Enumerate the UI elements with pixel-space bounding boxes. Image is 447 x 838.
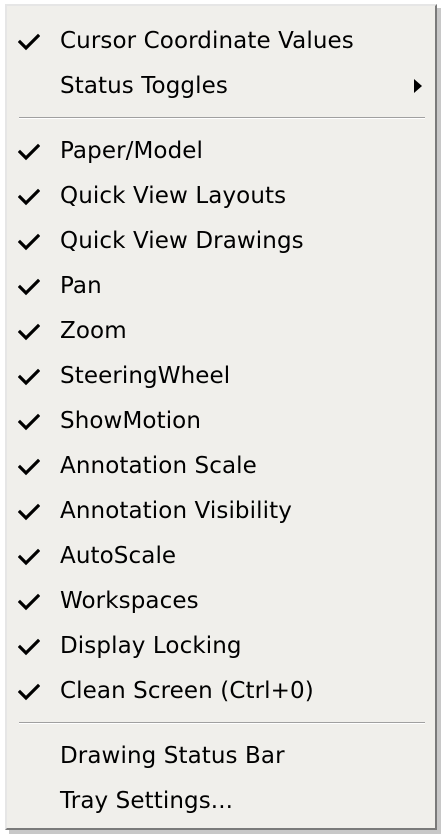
checkmark-icon (18, 323, 40, 341)
menu-item-label: Paper/Model (60, 137, 204, 164)
checkmark-icon (18, 188, 40, 206)
menu-item-quick-view-layouts[interactable]: Quick View Layouts (7, 173, 435, 218)
menu-item-label: Drawing Status Bar (60, 742, 285, 769)
menu-item-label: Status Toggles (60, 72, 228, 99)
menu-item-label: Tray Settings... (60, 787, 234, 814)
checkmark-icon (18, 683, 40, 701)
menu-item-label: Workspaces (60, 587, 199, 614)
menu-item-label: AutoScale (60, 542, 177, 569)
menu-item-display-locking[interactable]: Display Locking (7, 623, 435, 668)
menu-item-drawing-status-bar[interactable]: Drawing Status Bar (7, 733, 435, 778)
checkmark-icon (18, 368, 40, 386)
menu-separator (7, 713, 435, 733)
menu-item-autoscale[interactable]: AutoScale (7, 533, 435, 578)
menu-item-label: Display Locking (60, 632, 242, 659)
checkmark-icon (18, 33, 40, 51)
menu-item-showmotion[interactable]: ShowMotion (7, 398, 435, 443)
menu-item-annotation-scale[interactable]: Annotation Scale (7, 443, 435, 488)
menu-item-annotation-visibility[interactable]: Annotation Visibility (7, 488, 435, 533)
checkmark-icon (18, 143, 40, 161)
menu-item-label: Zoom (60, 317, 127, 344)
menu-item-status-toggles[interactable]: Status Toggles (7, 63, 435, 108)
menu-item-label: Cursor Coordinate Values (60, 27, 354, 54)
menu-item-label: SteeringWheel (60, 362, 231, 389)
submenu-arrow-icon (414, 78, 422, 93)
checkmark-icon (18, 548, 40, 566)
status-bar-context-menu: Cursor Coordinate Values Status Toggles … (5, 4, 437, 830)
menu-item-pan[interactable]: Pan (7, 263, 435, 308)
menu-item-label: Annotation Visibility (60, 497, 292, 524)
checkmark-icon (18, 278, 40, 296)
menu-item-steeringwheel[interactable]: SteeringWheel (7, 353, 435, 398)
menu-item-paper-model[interactable]: Paper/Model (7, 128, 435, 173)
menu-item-label: Quick View Drawings (60, 227, 304, 254)
menu-item-quick-view-drawings[interactable]: Quick View Drawings (7, 218, 435, 263)
checkmark-icon (18, 503, 40, 521)
checkmark-icon (18, 413, 40, 431)
menu-item-label: Pan (60, 272, 102, 299)
menu-separator (7, 108, 435, 128)
menu-item-clean-screen[interactable]: Clean Screen (Ctrl+0) (7, 668, 435, 713)
checkmark-icon (18, 638, 40, 656)
menu-item-workspaces[interactable]: Workspaces (7, 578, 435, 623)
checkmark-icon (18, 458, 40, 476)
menu-item-tray-settings[interactable]: Tray Settings... (7, 778, 435, 823)
checkmark-icon (18, 593, 40, 611)
menu-item-label: Annotation Scale (60, 452, 257, 479)
checkmark-icon (18, 233, 40, 251)
menu-item-label: Clean Screen (Ctrl+0) (60, 677, 314, 704)
menu-item-label: ShowMotion (60, 407, 202, 434)
menu-item-label: Quick View Layouts (60, 182, 287, 209)
menu-item-cursor-coordinate-values[interactable]: Cursor Coordinate Values (7, 18, 435, 63)
menu-item-zoom[interactable]: Zoom (7, 308, 435, 353)
